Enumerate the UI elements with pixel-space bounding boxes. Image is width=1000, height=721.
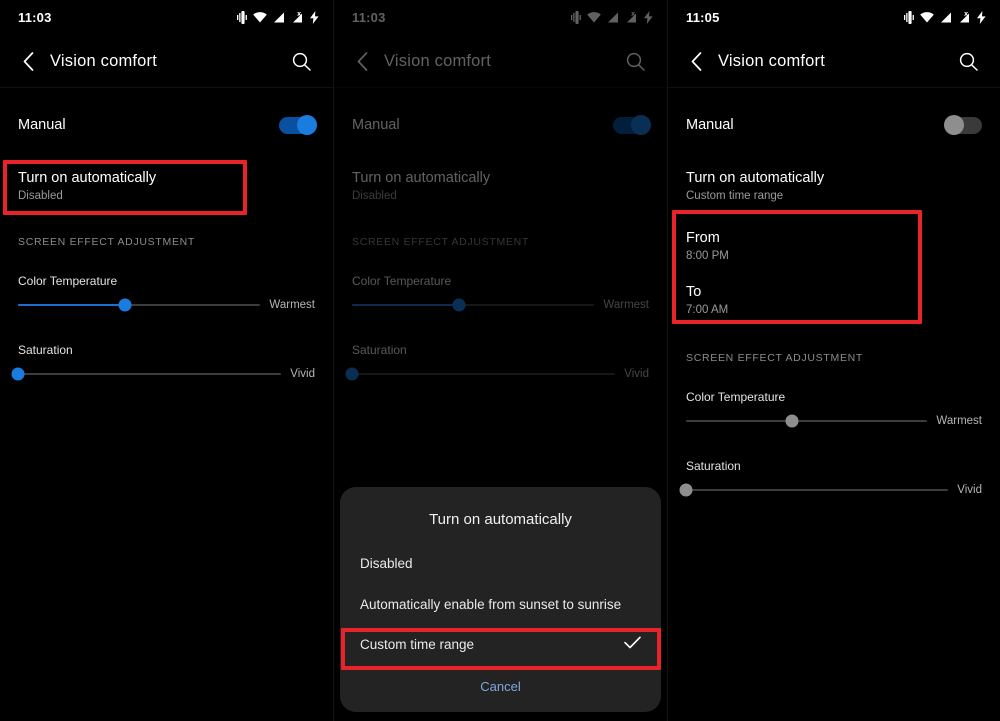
from-value: 8:00 PM bbox=[686, 250, 729, 262]
turn-on-automatically-row[interactable]: Turn on automatically Custom time range bbox=[686, 160, 982, 212]
back-arrow-icon[interactable] bbox=[14, 47, 42, 75]
saturation-slider[interactable] bbox=[11, 367, 282, 381]
color-temperature-slider[interactable] bbox=[18, 298, 261, 312]
back-arrow-icon[interactable] bbox=[682, 47, 710, 75]
toggle-knob bbox=[297, 115, 317, 135]
phone-panel-default: 11:03 Vision comfort Manual Turn on auto… bbox=[0, 0, 333, 721]
color-temperature-slider[interactable] bbox=[686, 414, 928, 428]
status-clock: 11:05 bbox=[686, 9, 720, 25]
slider-thumb[interactable] bbox=[118, 298, 132, 312]
section-label-screen-effect: SCREEN EFFECT ADJUSTMENT bbox=[686, 352, 864, 364]
vibrate-icon bbox=[904, 10, 914, 24]
color-temperature-end-label: Warmest bbox=[269, 299, 315, 311]
saturation-slider-block: Saturation Vivid bbox=[679, 459, 982, 497]
screenshot-strip: 11:03 Vision comfort Manual Turn on auto… bbox=[0, 0, 1000, 721]
saturation-end-label: Vivid bbox=[290, 368, 315, 380]
turn-on-automatically-dialog: Turn on automatically Disabled Automatic… bbox=[340, 487, 661, 712]
dialog-option-disabled[interactable]: Disabled bbox=[340, 544, 661, 584]
dialog-option-custom-time-range[interactable]: Custom time range bbox=[340, 625, 661, 665]
app-bar: Vision comfort bbox=[668, 34, 1000, 88]
search-icon[interactable] bbox=[954, 47, 982, 75]
toggle-knob bbox=[944, 115, 964, 135]
color-temperature-label: Color Temperature bbox=[686, 390, 786, 404]
status-icons bbox=[237, 10, 319, 24]
manual-row[interactable]: Manual bbox=[686, 102, 982, 148]
color-temperature-slider-block: Color Temperature Warmest bbox=[18, 274, 315, 312]
dialog-option-label: Automatically enable from sunset to sunr… bbox=[360, 596, 622, 612]
charging-bolt-icon bbox=[310, 10, 319, 24]
slider-thumb[interactable] bbox=[679, 483, 693, 497]
turn-on-automatically-label: Turn on automatically bbox=[686, 170, 825, 186]
time-range-from-row[interactable]: From 8:00 PM bbox=[686, 224, 982, 270]
from-label: From bbox=[686, 230, 720, 246]
turn-on-automatically-value: Disabled bbox=[18, 190, 63, 202]
wifi-icon bbox=[253, 11, 267, 23]
settings-content: Manual Turn on automatically Custom time… bbox=[668, 102, 1000, 497]
color-temperature-slider-block: Color Temperature Warmest bbox=[686, 390, 982, 428]
settings-content: Manual Turn on automatically Disabled SC… bbox=[0, 102, 333, 381]
saturation-slider[interactable] bbox=[679, 483, 949, 497]
saturation-end-label: Vivid bbox=[957, 484, 982, 496]
manual-toggle[interactable] bbox=[944, 115, 982, 135]
vibrate-icon bbox=[237, 10, 247, 24]
page-title: Vision comfort bbox=[718, 51, 826, 70]
signal-icon bbox=[273, 12, 285, 23]
section-label-screen-effect: SCREEN EFFECT ADJUSTMENT bbox=[18, 236, 196, 248]
to-value: 7:00 AM bbox=[686, 304, 729, 316]
dialog-cancel-button[interactable]: Cancel bbox=[340, 665, 661, 704]
check-icon bbox=[624, 636, 641, 654]
manual-label: Manual bbox=[686, 117, 734, 133]
search-icon[interactable] bbox=[287, 47, 315, 75]
charging-bolt-icon bbox=[977, 10, 986, 24]
turn-on-automatically-value: Custom time range bbox=[686, 190, 784, 202]
slider-thumb[interactable] bbox=[785, 414, 799, 428]
color-temperature-label: Color Temperature bbox=[18, 274, 118, 288]
manual-row[interactable]: Manual bbox=[18, 102, 317, 148]
status-icons bbox=[904, 10, 986, 24]
status-clock: 11:03 bbox=[18, 9, 52, 25]
slider-thumb[interactable] bbox=[11, 367, 25, 381]
signal-no-sim-icon bbox=[958, 11, 971, 23]
saturation-label: Saturation bbox=[18, 343, 73, 357]
dialog-option-label: Disabled bbox=[360, 556, 413, 572]
to-label: To bbox=[686, 284, 702, 300]
app-bar: Vision comfort bbox=[0, 34, 333, 88]
signal-no-sim-icon bbox=[291, 11, 304, 23]
dialog-option-sunset-sunrise[interactable]: Automatically enable from sunset to sunr… bbox=[340, 585, 661, 625]
turn-on-automatically-row[interactable]: Turn on automatically Disabled bbox=[18, 160, 315, 212]
turn-on-automatically-label: Turn on automatically bbox=[18, 170, 157, 186]
color-temperature-end-label: Warmest bbox=[936, 415, 982, 427]
status-bar: 11:05 bbox=[668, 0, 1000, 34]
page-title: Vision comfort bbox=[50, 51, 158, 70]
manual-toggle[interactable] bbox=[279, 115, 317, 135]
saturation-slider-block: Saturation Vivid bbox=[11, 343, 315, 381]
saturation-label: Saturation bbox=[686, 459, 741, 473]
signal-icon bbox=[940, 12, 952, 23]
status-bar: 11:03 bbox=[0, 0, 333, 34]
phone-panel-dialog: 11:03 Vision comfort Manual bbox=[333, 0, 667, 721]
phone-panel-custom-range: 11:05 Vision comfort Manual Turn on auto… bbox=[667, 0, 1000, 721]
time-range-to-row[interactable]: To 7:00 AM bbox=[686, 278, 982, 324]
wifi-icon bbox=[920, 11, 934, 23]
manual-label: Manual bbox=[18, 117, 66, 133]
dialog-option-label: Custom time range bbox=[360, 636, 475, 652]
dialog-title: Turn on automatically bbox=[429, 511, 572, 529]
